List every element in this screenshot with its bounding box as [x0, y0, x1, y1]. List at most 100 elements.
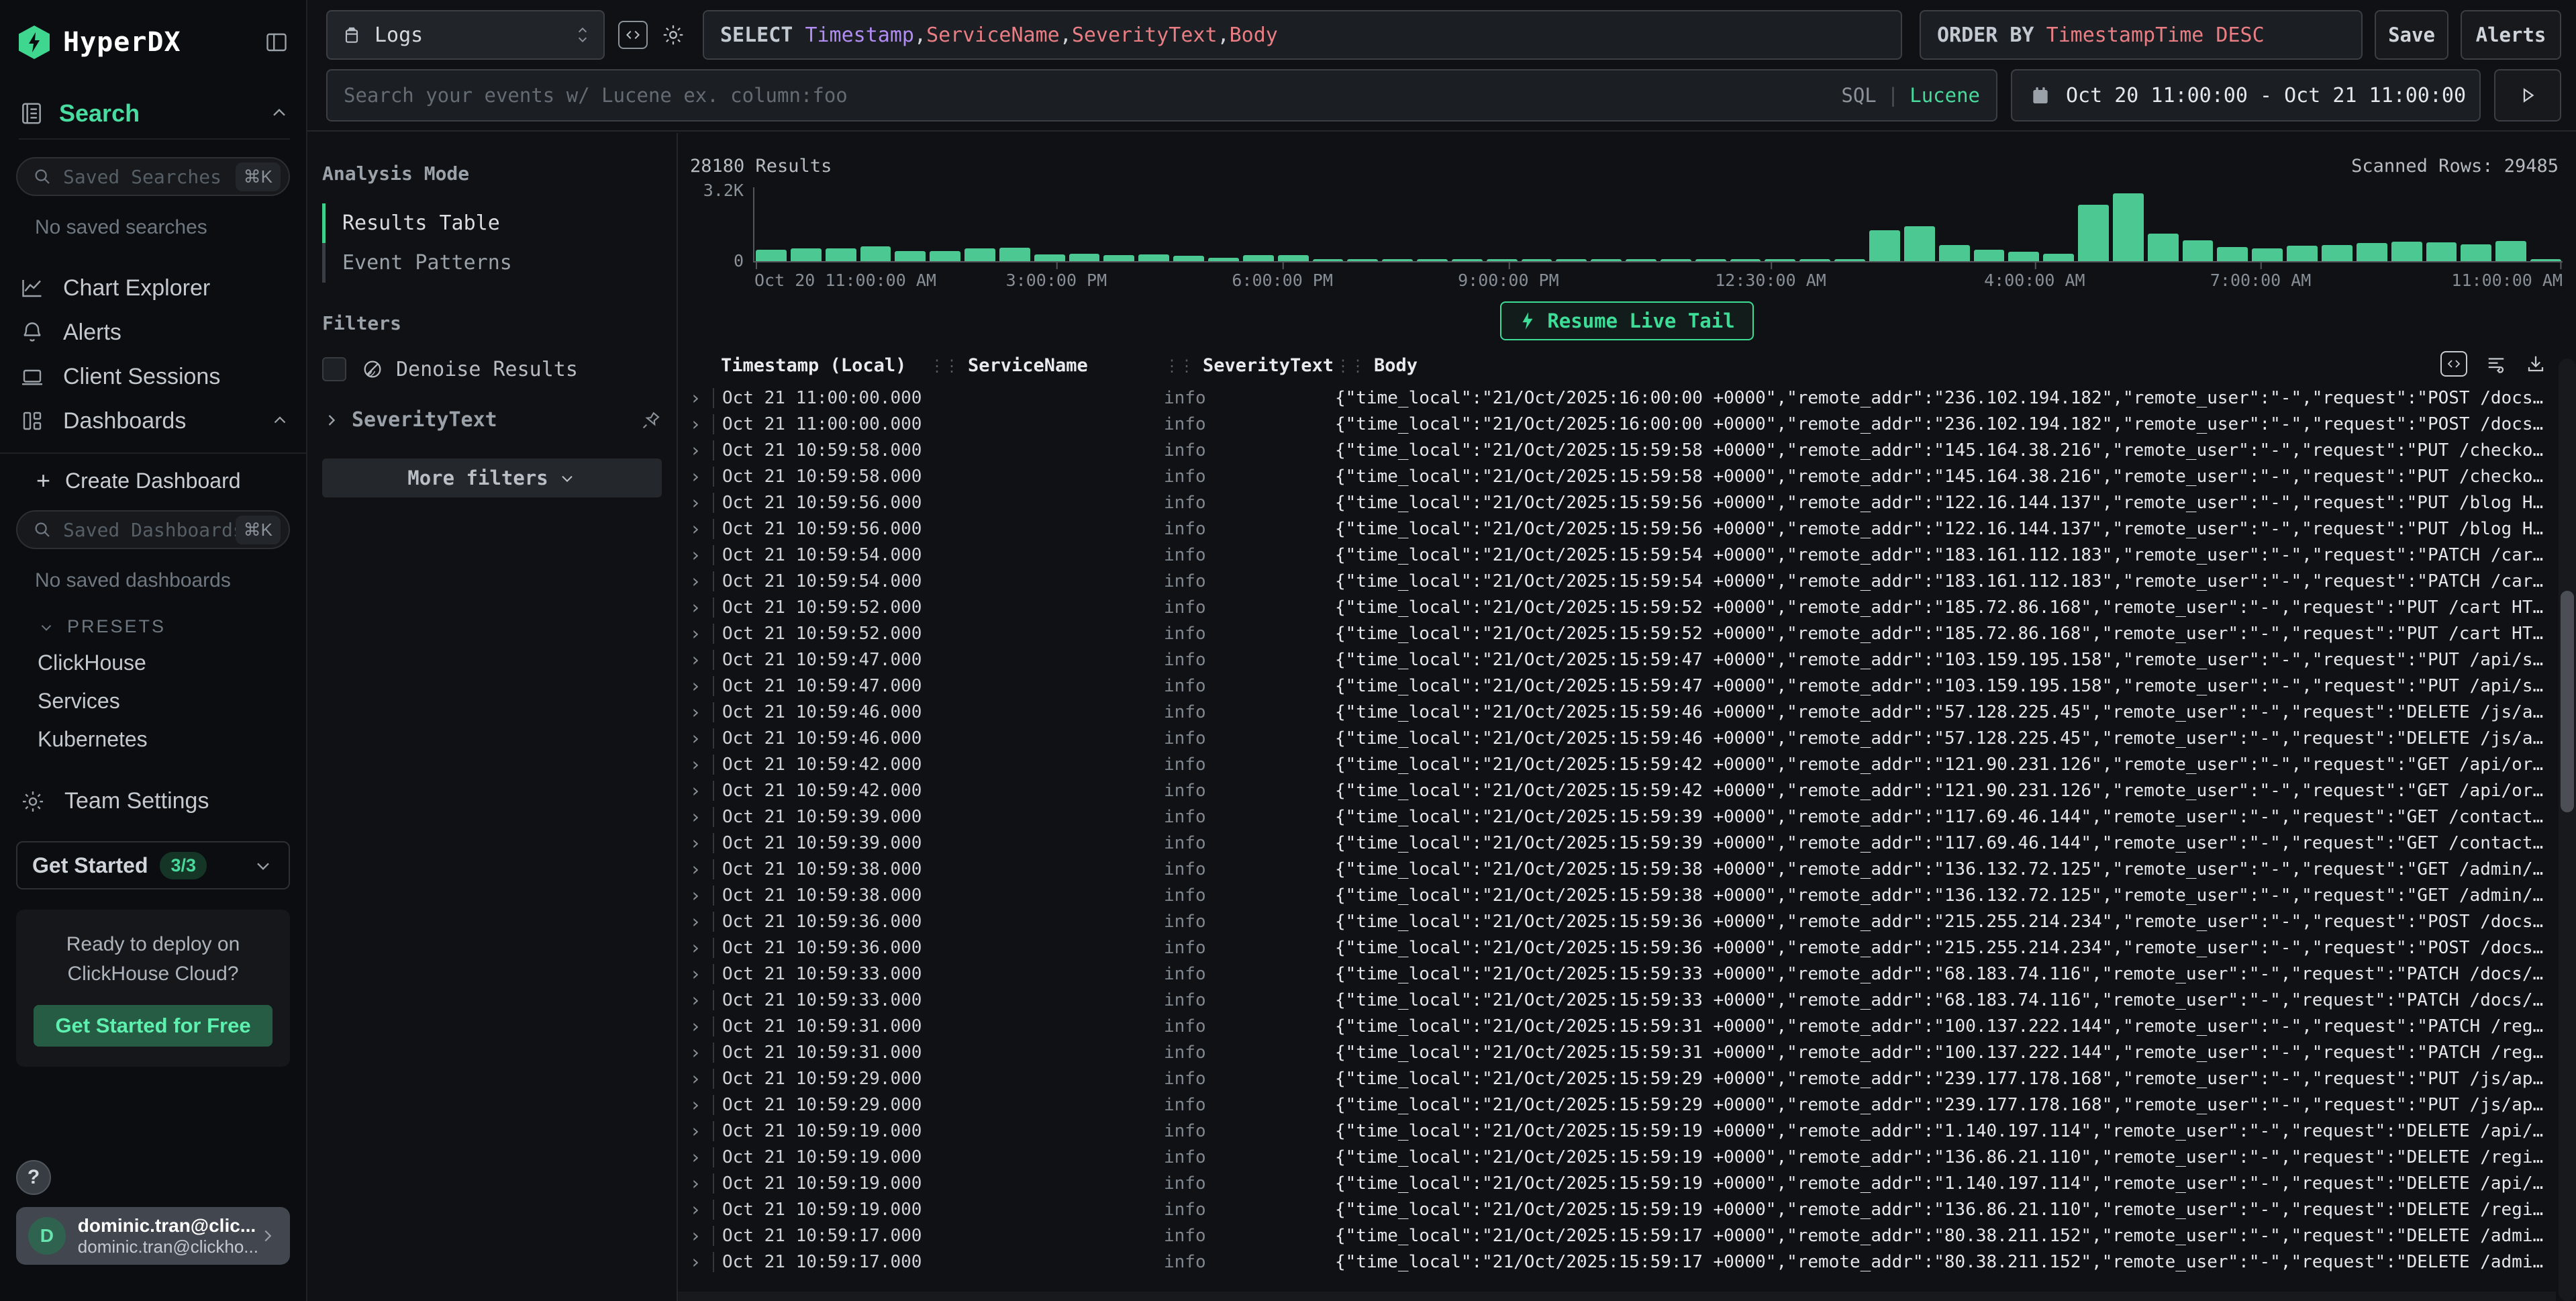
row-expand-chevron-icon[interactable]: › [678, 1251, 713, 1273]
histogram-bar[interactable] [2217, 247, 2248, 261]
table-row[interactable]: › Oct 21 10:59:46.000 AM info {"time_loc… [678, 699, 2576, 725]
source-select[interactable]: Logs [326, 10, 605, 60]
dashboards-collapse-chevron-icon[interactable] [270, 411, 290, 431]
tab-event-patterns[interactable]: Event Patterns [322, 243, 662, 283]
wrap-lines-icon[interactable] [2485, 354, 2508, 374]
saved-dashboards-input[interactable] [63, 519, 236, 541]
table-row[interactable]: › Oct 21 10:59:36.000 AM info {"time_loc… [678, 934, 2576, 961]
row-expand-chevron-icon[interactable]: › [678, 832, 713, 854]
sidebar-item-client-sessions[interactable]: Client Sessions [0, 354, 306, 399]
table-row[interactable]: › Oct 21 10:59:29.000 AM info {"time_loc… [678, 1065, 2576, 1092]
vertical-scrollbar-thumb[interactable] [2561, 591, 2574, 812]
table-row[interactable]: › Oct 21 10:59:17.000 AM info {"time_loc… [678, 1222, 2576, 1249]
severity-filter-group[interactable]: SeverityText [322, 408, 662, 432]
histogram-bar[interactable] [1382, 259, 1413, 261]
row-expand-chevron-icon[interactable]: › [678, 910, 713, 932]
histogram-bar[interactable] [1487, 259, 1518, 261]
collapse-sidebar-icon[interactable] [263, 30, 290, 54]
column-grip-icon[interactable]: ⋮⋮ [1335, 356, 1365, 375]
pin-icon[interactable] [640, 409, 662, 431]
row-expand-chevron-icon[interactable]: › [678, 1120, 713, 1142]
table-row[interactable]: › Oct 21 10:59:36.000 AM info {"time_loc… [678, 908, 2576, 934]
row-expand-chevron-icon[interactable]: › [678, 413, 713, 435]
histogram-bar[interactable] [2078, 205, 2109, 261]
row-expand-chevron-icon[interactable]: › [678, 465, 713, 487]
row-expand-chevron-icon[interactable]: › [678, 544, 713, 566]
saved-searches-input[interactable] [63, 166, 236, 188]
row-expand-chevron-icon[interactable]: › [678, 858, 713, 880]
row-expand-chevron-icon[interactable]: › [678, 1067, 713, 1090]
row-expand-chevron-icon[interactable]: › [678, 884, 713, 906]
denoise-results-toggle[interactable]: Denoise Results [322, 357, 662, 381]
histogram-bar[interactable] [2530, 259, 2561, 261]
table-row[interactable]: › Oct 21 10:59:31.000 AM info {"time_loc… [678, 1013, 2576, 1039]
table-row[interactable]: › Oct 21 10:59:54.000 AM info {"time_loc… [678, 568, 2576, 594]
alerts-button[interactable]: Alerts [2461, 10, 2561, 60]
preset-kubernetes[interactable]: Kubernetes [38, 727, 290, 752]
table-row[interactable]: › Oct 21 10:59:19.000 AM info {"time_loc… [678, 1118, 2576, 1144]
row-expand-chevron-icon[interactable]: › [678, 963, 713, 985]
row-expand-chevron-icon[interactable]: › [678, 1094, 713, 1116]
date-range-picker[interactable]: Oct 20 11:00:00 - Oct 21 11:00:00 [2011, 69, 2481, 122]
histogram-bar[interactable] [999, 248, 1030, 261]
table-row[interactable]: › Oct 21 10:59:46.000 AM info {"time_loc… [678, 725, 2576, 751]
histogram-bar[interactable] [1591, 259, 1622, 261]
table-row[interactable]: › Oct 21 10:59:39.000 AM info {"time_loc… [678, 804, 2576, 830]
row-expand-chevron-icon[interactable]: › [678, 675, 713, 697]
row-expand-chevron-icon[interactable]: › [678, 806, 713, 828]
histogram-bar[interactable] [930, 251, 960, 261]
presets-toggle[interactable]: PRESETS [38, 616, 290, 637]
resume-live-tail-button[interactable]: Resume Live Tail [1500, 301, 1753, 340]
row-expand-chevron-icon[interactable]: › [678, 779, 713, 802]
histogram-bar[interactable] [2008, 252, 2039, 261]
column-header-body[interactable]: ⋮⋮Body [1335, 355, 2576, 376]
run-query-button[interactable] [2494, 69, 2561, 122]
table-row[interactable]: › Oct 21 10:59:42.000 AM info {"time_loc… [678, 751, 2576, 777]
table-row[interactable]: › Oct 21 10:59:19.000 AM info {"time_loc… [678, 1170, 2576, 1196]
histogram-bar[interactable] [1799, 259, 1830, 261]
column-header-servicename[interactable]: ⋮⋮ServiceName [929, 355, 1164, 376]
histogram-bar[interactable] [1417, 259, 1448, 261]
table-row[interactable]: › Oct 21 10:59:47.000 AM info {"time_loc… [678, 673, 2576, 699]
histogram-bar[interactable] [2426, 242, 2457, 261]
row-expand-chevron-icon[interactable]: › [678, 1041, 713, 1063]
view-source-code-icon[interactable] [2440, 351, 2467, 377]
histogram-bar[interactable] [1452, 259, 1483, 261]
table-row[interactable]: › Oct 21 10:59:29.000 AM info {"time_loc… [678, 1092, 2576, 1118]
vertical-scrollbar-track[interactable] [2559, 358, 2576, 1301]
get-started-free-button[interactable]: Get Started for Free [34, 1005, 273, 1047]
row-expand-chevron-icon[interactable]: › [678, 570, 713, 592]
table-row[interactable]: › Oct 21 10:59:54.000 AM info {"time_loc… [678, 542, 2576, 568]
table-row[interactable]: › Oct 21 11:00:00.000 AM info {"time_loc… [678, 385, 2576, 411]
table-row[interactable]: › Oct 21 10:59:19.000 AM info {"time_loc… [678, 1196, 2576, 1222]
histogram-bar[interactable] [2043, 254, 2074, 261]
language-lucene-option[interactable]: Lucene [1910, 84, 1980, 107]
table-row[interactable]: › Oct 21 10:59:33.000 AM info {"time_loc… [678, 987, 2576, 1013]
sidebar-item-chart-explorer[interactable]: Chart Explorer [0, 266, 306, 310]
event-search-box[interactable]: SQL | Lucene [326, 69, 1997, 122]
saved-searches-search[interactable]: ⌘K [16, 157, 290, 196]
histogram-bar[interactable] [1173, 256, 1204, 261]
create-dashboard-button[interactable]: + Create Dashboard [0, 462, 306, 499]
histogram-bar[interactable] [1208, 258, 1239, 261]
team-settings-button[interactable]: Team Settings [20, 788, 290, 814]
edit-sql-icon[interactable] [618, 21, 648, 49]
table-row[interactable]: › Oct 21 10:59:42.000 AM info {"time_loc… [678, 777, 2576, 804]
histogram-bar[interactable] [1695, 259, 1726, 261]
row-expand-chevron-icon[interactable]: › [678, 518, 713, 540]
table-row[interactable]: › Oct 21 10:59:52.000 AM info {"time_loc… [678, 594, 2576, 620]
histogram-bar[interactable] [2287, 246, 2318, 261]
row-expand-chevron-icon[interactable]: › [678, 1146, 713, 1168]
preset-services[interactable]: Services [38, 689, 290, 714]
save-button[interactable]: Save [2375, 10, 2448, 60]
histogram-bar[interactable] [2252, 248, 2283, 261]
histogram-bar[interactable] [1904, 226, 1935, 261]
row-expand-chevron-icon[interactable]: › [678, 1198, 713, 1220]
histogram-bar[interactable] [1834, 259, 1865, 261]
tab-results-table[interactable]: Results Table [322, 203, 662, 243]
histogram-bar[interactable] [1730, 259, 1761, 261]
column-grip-icon[interactable]: ⋮⋮ [1164, 356, 1193, 375]
table-row[interactable]: › Oct 21 10:59:58.000 AM info {"time_loc… [678, 463, 2576, 489]
histogram-bar[interactable] [1869, 230, 1900, 261]
sidebar-item-alerts[interactable]: Alerts [0, 310, 306, 354]
